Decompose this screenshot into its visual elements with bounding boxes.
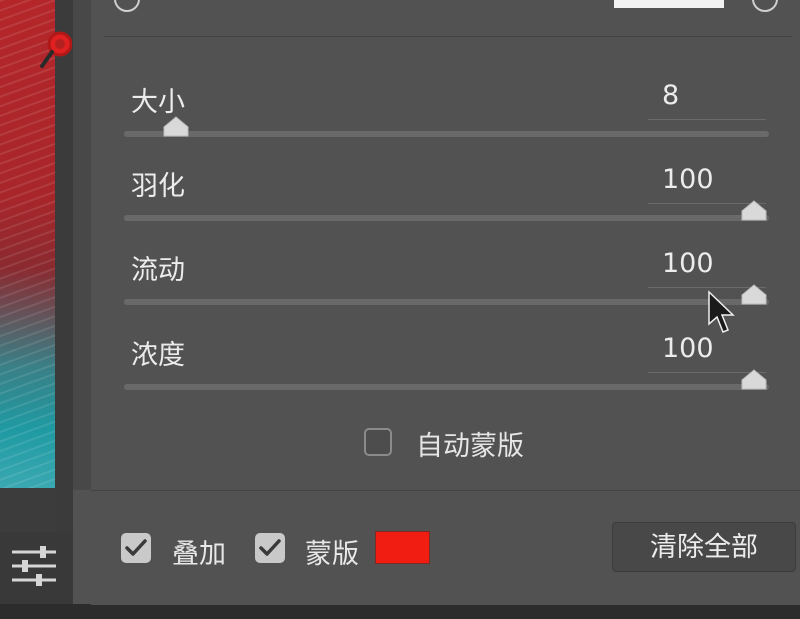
slider-thumb[interactable] xyxy=(739,199,769,221)
slider-feather: 羽化 100 xyxy=(0,164,800,248)
slider-label: 流动 xyxy=(131,255,185,286)
slider-value-input[interactable]: 100 xyxy=(648,333,766,373)
sliders-settings-icon[interactable] xyxy=(10,544,60,588)
slider-density: 浓度 100 xyxy=(0,333,800,417)
mask-label: 蒙版 xyxy=(305,539,359,570)
mask-color-swatch[interactable] xyxy=(375,531,430,564)
settings-panel-toggle[interactable] xyxy=(0,532,73,604)
slider-thumb[interactable] xyxy=(739,368,769,390)
zoom-icon[interactable] xyxy=(40,26,72,70)
slider-size: 大小 8 xyxy=(0,80,800,164)
slider-thumb[interactable] xyxy=(161,115,191,137)
slider-label: 羽化 xyxy=(131,171,185,202)
slider-value-input[interactable]: 100 xyxy=(648,164,766,204)
auto-mask-label: 自动蒙版 xyxy=(416,431,524,462)
slider-value-input[interactable]: 100 xyxy=(648,248,766,288)
overlay-checkbox[interactable] xyxy=(121,533,151,563)
auto-mask-checkbox[interactable] xyxy=(364,428,392,456)
slider-track[interactable] xyxy=(124,116,769,137)
status-bar xyxy=(0,604,800,619)
brush-preview xyxy=(614,0,724,8)
mask-checkbox[interactable] xyxy=(255,533,285,563)
slider-track[interactable] xyxy=(124,284,769,305)
mouse-pointer-icon xyxy=(708,290,735,333)
slider-track[interactable] xyxy=(124,200,769,221)
slider-value-input[interactable]: 8 xyxy=(648,80,766,120)
overlay-label: 叠加 xyxy=(172,539,226,570)
canvas-footer xyxy=(0,488,55,532)
section-divider xyxy=(104,36,792,37)
slider-track[interactable] xyxy=(124,369,769,390)
clear-all-button[interactable]: 清除全部 xyxy=(612,522,796,572)
slider-label: 浓度 xyxy=(131,340,185,371)
slider-label: 大小 xyxy=(131,87,185,118)
slider-flow: 流动 100 xyxy=(0,248,800,332)
slider-thumb[interactable] xyxy=(739,283,769,305)
